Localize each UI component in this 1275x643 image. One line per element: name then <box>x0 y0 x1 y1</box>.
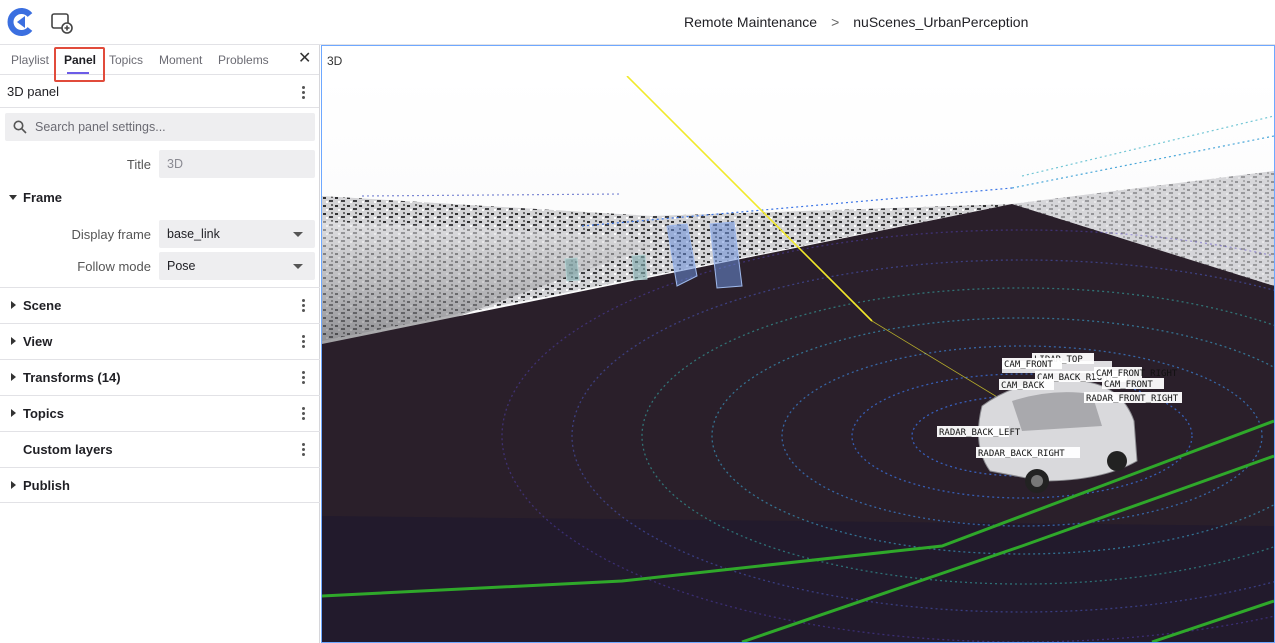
section-transforms[interactable]: Transforms (14) <box>0 359 320 395</box>
search-icon <box>13 120 27 134</box>
frame-label-cam-front-right: CAM_FRONT_RIGHT <box>1096 369 1178 379</box>
section-scene-label: Scene <box>23 298 62 313</box>
section-publish-label: Publish <box>23 478 70 493</box>
title-field[interactable]: 3D <box>159 150 315 178</box>
search-panel-settings <box>5 113 315 141</box>
section-scene[interactable]: Scene <box>0 287 320 323</box>
viewport-titlebar: 3D <box>322 46 1274 76</box>
kebab-menu-icon[interactable] <box>302 299 306 313</box>
caret-right-icon <box>11 337 16 345</box>
follow-mode-value: Pose <box>167 259 196 273</box>
panel-header: 3D panel <box>0 75 319 108</box>
caret-right-icon <box>11 373 16 381</box>
breadcrumb-item-project[interactable]: Remote Maintenance <box>684 14 817 30</box>
section-view-label: View <box>23 334 53 349</box>
kebab-menu-icon[interactable] <box>302 443 306 457</box>
kebab-menu-icon[interactable] <box>302 335 306 349</box>
app-logo-icon[interactable] <box>6 7 36 37</box>
caret-right-icon <box>11 481 16 489</box>
section-frame[interactable]: Frame <box>0 180 320 216</box>
follow-mode-select[interactable]: Pose <box>159 252 315 280</box>
3d-scene-canvas[interactable]: LIDAR_TOP CAM_FRONT CAM_BACK_RIGHT CAM_F… <box>322 76 1274 642</box>
caret-right-icon <box>11 301 16 309</box>
section-frame-label: Frame <box>23 190 63 205</box>
section-publish[interactable]: Publish <box>0 467 320 503</box>
3d-viewport: 3D CAM_FRONT CAM_BACK_RIGHT CAM_FRONT_RI… <box>321 45 1275 643</box>
tab-playlist[interactable]: Playlist <box>11 53 49 67</box>
display-frame-label: Display frame <box>71 227 151 242</box>
display-frame-select[interactable]: base_link <box>159 220 315 248</box>
title-value: 3D <box>167 157 183 171</box>
caret-down-icon <box>293 232 303 237</box>
kebab-menu-icon[interactable] <box>302 407 306 421</box>
search-input[interactable] <box>35 113 305 141</box>
frame-label-radar-front-right: RADAR_FRONT_RIGHT <box>1086 394 1179 404</box>
breadcrumb-item-dataset[interactable]: nuScenes_UrbanPerception <box>853 14 1028 30</box>
caret-down-icon <box>9 195 17 200</box>
section-topics-label: Topics <box>23 406 64 421</box>
kebab-menu-icon[interactable] <box>302 86 306 100</box>
tab-problems[interactable]: Problems <box>218 53 269 67</box>
section-view[interactable]: View <box>0 323 320 359</box>
tab-moment[interactable]: Moment <box>159 53 202 67</box>
top-bar: Remote Maintenance > nuScenes_UrbanPerce… <box>0 0 1275 45</box>
add-panel-icon[interactable] <box>51 12 73 34</box>
scene-render: LIDAR_TOP CAM_FRONT CAM_BACK_RIGHT CAM_F… <box>322 76 1274 642</box>
frame-label-radar-back-left: RADAR_BACK_LEFT <box>939 428 1021 438</box>
sidebar-tabs: Playlist Panel Topics Moment Problems ✕ <box>0 45 319 82</box>
panel-title: 3D panel <box>7 84 60 99</box>
viewport-title: 3D <box>327 54 343 68</box>
frame-label-cam-front-2: CAM_FRONT <box>1104 380 1153 390</box>
section-transforms-label: Transforms (14) <box>23 370 121 385</box>
frame-label-cam-back: CAM_BACK <box>1001 381 1045 391</box>
breadcrumb: Remote Maintenance > nuScenes_UrbanPerce… <box>684 14 1028 30</box>
frame-label-radar-back-right: RADAR_BACK_RIGHT <box>978 449 1065 459</box>
follow-mode-label: Follow mode <box>77 259 151 274</box>
kebab-menu-icon[interactable] <box>302 371 306 385</box>
section-custom-layers[interactable]: Custom layers <box>0 431 320 467</box>
caret-right-icon <box>11 409 16 417</box>
caret-down-icon <box>293 264 303 269</box>
frame-label-cam-front: CAM_FRONT <box>1004 360 1053 370</box>
section-topics[interactable]: Topics <box>0 395 320 431</box>
close-icon[interactable]: ✕ <box>298 51 311 67</box>
chevron-right-icon: > <box>831 14 840 30</box>
display-frame-value: base_link <box>167 227 220 241</box>
tab-topics[interactable]: Topics <box>109 53 143 67</box>
title-label: Title <box>126 157 151 172</box>
section-custom-layers-label: Custom layers <box>23 442 113 457</box>
